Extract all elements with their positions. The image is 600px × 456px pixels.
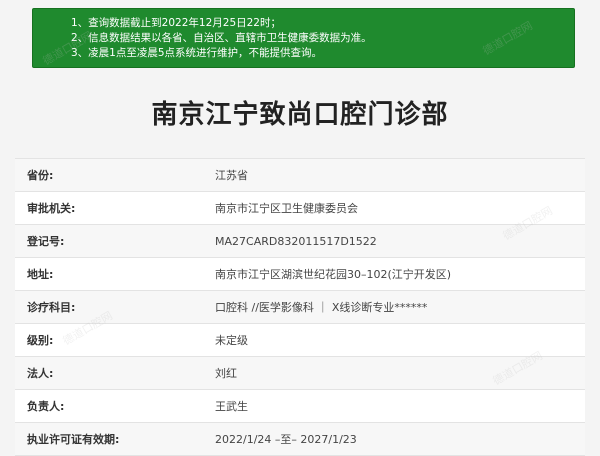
- row-label: 地址:: [27, 268, 54, 281]
- row-label: 登记号:: [27, 235, 65, 248]
- row-value: 刘红: [215, 367, 237, 380]
- table-row: 执业许可证有效期: 2022/1/24 –至– 2027/1/23: [15, 423, 585, 456]
- row-value: 2022/1/24 –至– 2027/1/23: [215, 433, 357, 446]
- notice-line: 3、凌晨1点至凌晨5点系统进行维护，不能提供查询。: [71, 47, 323, 59]
- info-table: 省份: 江苏省 审批机关: 南京市江宁区卫生健康委员会 登记号: MA27CAR…: [15, 158, 585, 456]
- row-label: 诊疗科目:: [27, 301, 76, 314]
- table-row: 地址: 南京市江宁区湖滨世纪花园30–102(江宁开发区): [15, 258, 585, 291]
- row-value: 南京市江宁区湖滨世纪花园30–102(江宁开发区): [215, 268, 452, 281]
- table-row: 省份: 江苏省: [15, 159, 585, 192]
- row-value: 口腔科 //医学影像科 ｜ X线诊断专业******: [215, 301, 428, 314]
- table-row: 诊疗科目: 口腔科 //医学影像科 ｜ X线诊断专业******: [15, 291, 585, 324]
- table-row: 级别: 未定级: [15, 324, 585, 357]
- notice-line: 1、查询数据截止到2022年12月25日22时；: [71, 17, 281, 29]
- row-label: 执业许可证有效期:: [27, 433, 120, 446]
- notice-line: 2、信息数据结果以各省、自治区、直辖市卫生健康委数据为准。: [71, 32, 372, 44]
- table-row: 登记号: MA27CARD832011517D1522: [15, 225, 585, 258]
- row-label: 级别:: [27, 334, 54, 347]
- page-title: 南京江宁致尚口腔门诊部: [151, 100, 449, 130]
- table-row: 负责人: 王武生: [15, 390, 585, 423]
- row-value: 王武生: [215, 400, 248, 413]
- row-label: 负责人:: [27, 400, 65, 413]
- row-value: MA27CARD832011517D1522: [215, 234, 377, 248]
- row-label: 省份:: [27, 169, 54, 182]
- notice-banner: 1、查询数据截止到2022年12月25日22时； 2、信息数据结果以各省、自治区…: [32, 8, 575, 68]
- table-row: 法人: 刘红: [15, 357, 585, 390]
- row-value: 未定级: [215, 334, 248, 347]
- row-value: 江苏省: [215, 169, 248, 182]
- table-row: 审批机关: 南京市江宁区卫生健康委员会: [15, 192, 585, 225]
- row-value: 南京市江宁区卫生健康委员会: [215, 202, 358, 215]
- row-label: 法人:: [27, 367, 54, 380]
- row-label: 审批机关:: [27, 202, 76, 215]
